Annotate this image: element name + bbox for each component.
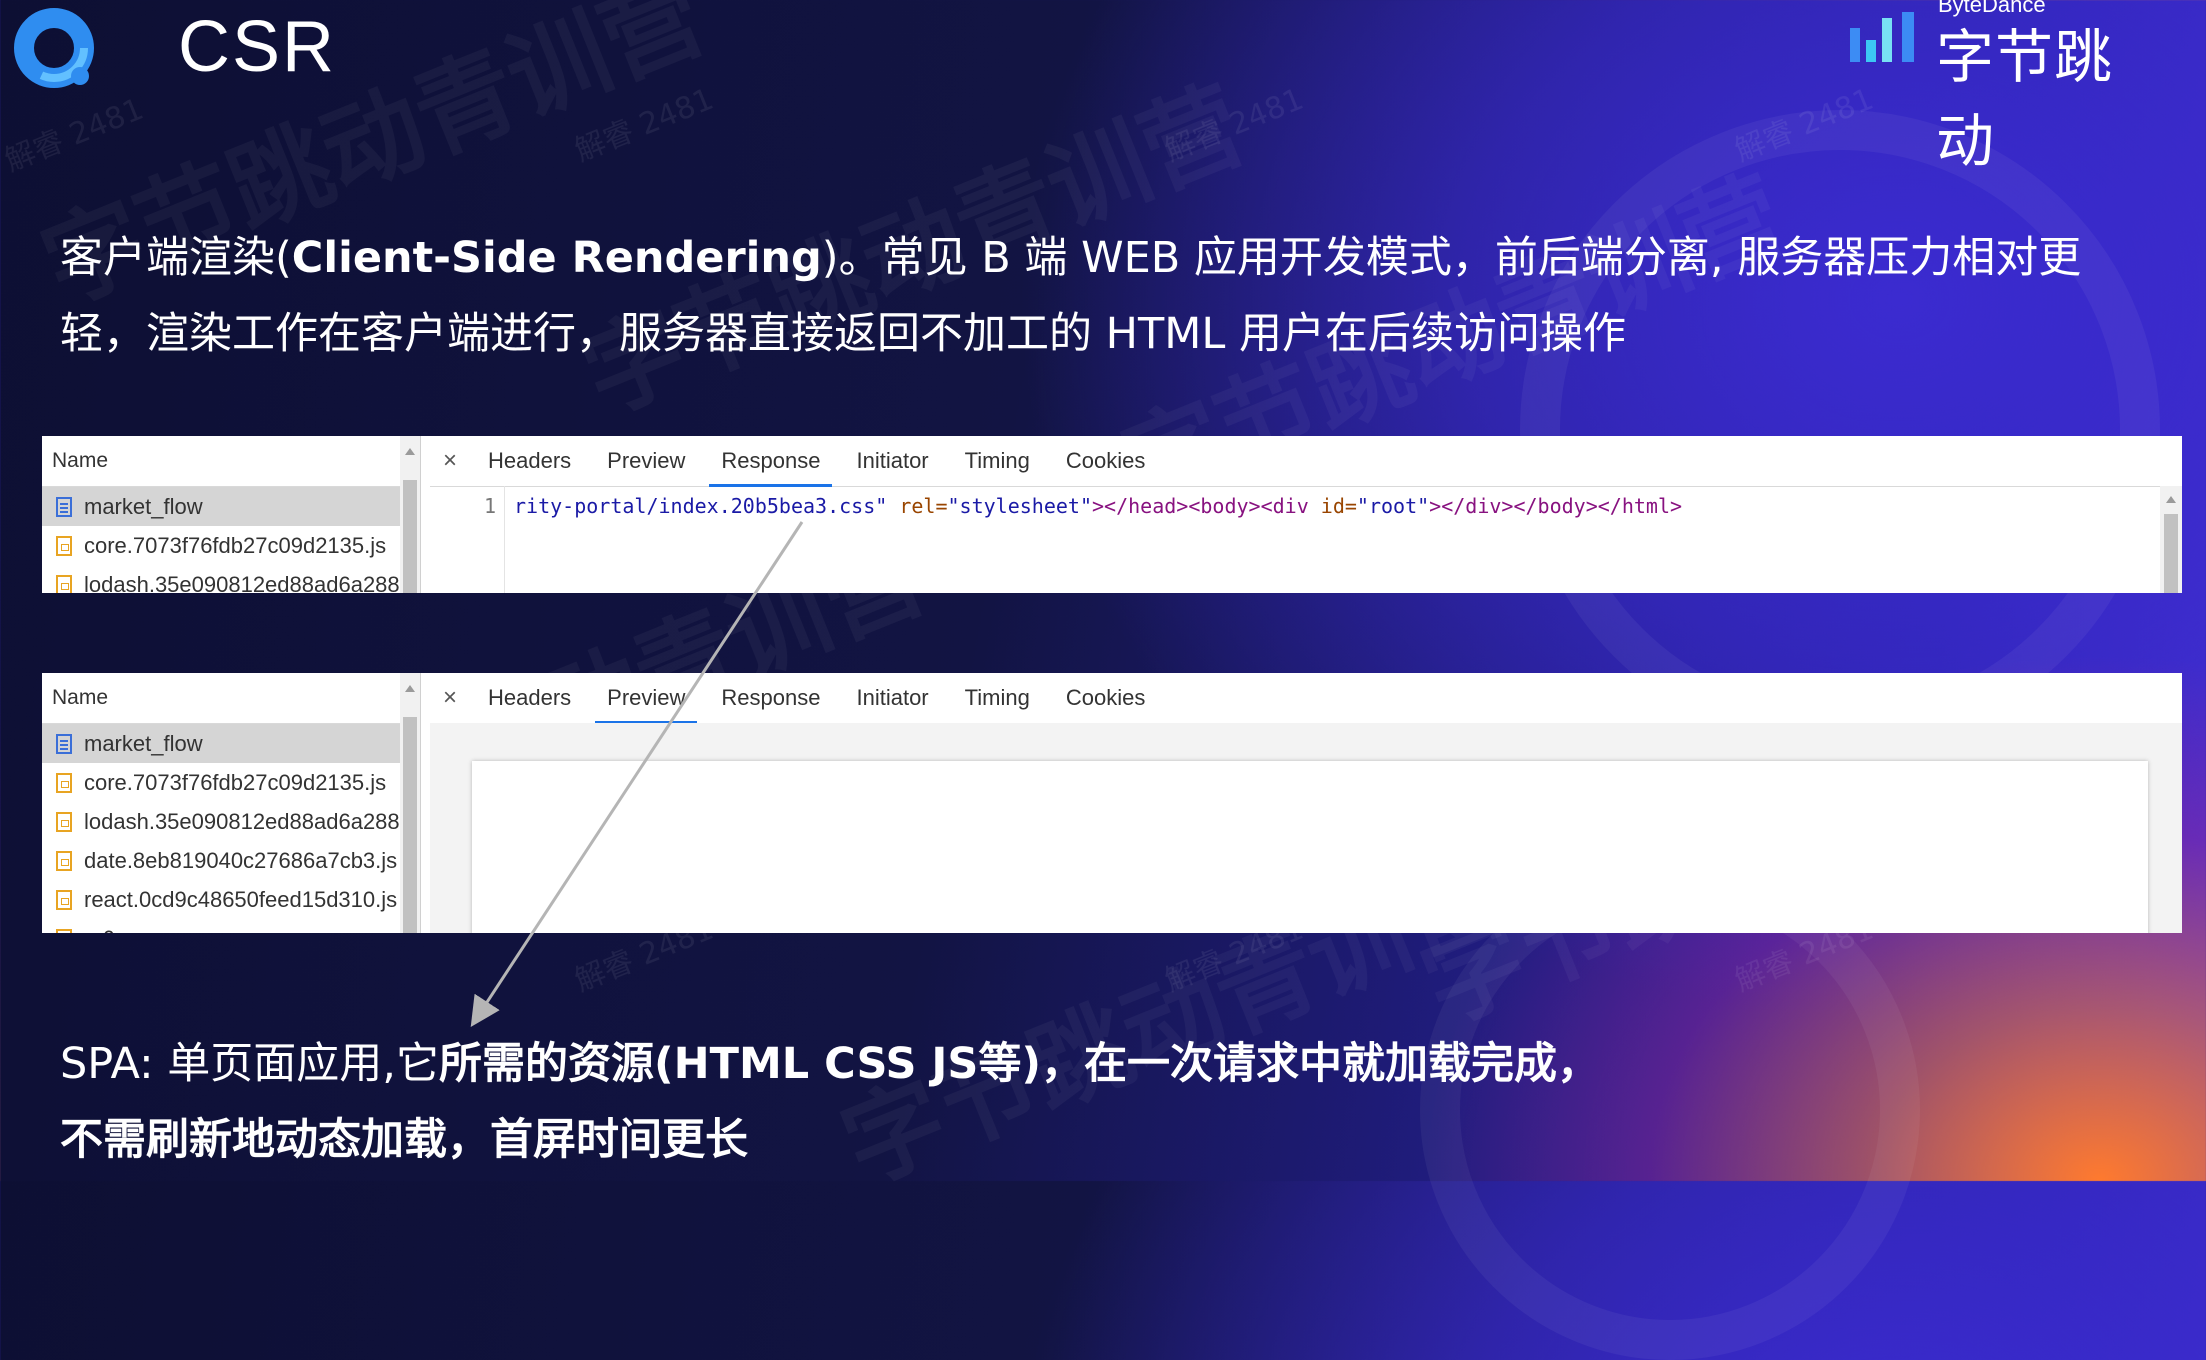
scroll-up-icon[interactable] (2166, 496, 2176, 503)
tab-preview[interactable]: Preview (589, 436, 703, 486)
request-item[interactable]: lodash.35e090812ed88ad6a288 (42, 565, 400, 593)
tab-response[interactable]: Response (703, 436, 838, 487)
code-token: rel= (887, 494, 948, 518)
close-icon[interactable]: × (430, 447, 470, 475)
request-list-scrollbar[interactable] (400, 436, 421, 593)
script-file-icon (56, 811, 72, 832)
intro-text: 客户端渲染( (60, 233, 292, 283)
request-list-scrollbar[interactable] (400, 673, 421, 933)
bytedance-mark-icon (1850, 12, 1914, 62)
code-token: ></div></body></html> (1429, 494, 1683, 518)
name-column-header[interactable]: Name (42, 436, 400, 487)
request-item[interactable]: core.7073f76fdb27c09d2135.js (42, 526, 400, 565)
request-item[interactable]: date.8eb819040c27686a7cb3.js (42, 841, 400, 880)
devtools-response-panel: Name market_flow core.7073f76fdb27c09d21… (42, 436, 2182, 593)
request-name: react.0cd9c48650feed15d310.js (84, 887, 398, 912)
request-item[interactable]: ...6 (42, 919, 400, 933)
spa-text: SPA: 单页面应用,它 (60, 1039, 439, 1089)
scroll-up-icon[interactable] (405, 685, 415, 692)
script-file-icon (56, 535, 72, 556)
request-name: lodash.35e090812ed88ad6a288 (84, 572, 400, 593)
page-title: CSR (178, 7, 337, 87)
code-scrollbar[interactable] (2160, 486, 2182, 593)
request-item[interactable]: market_flow (42, 724, 400, 763)
script-file-icon (56, 850, 72, 871)
request-list: Name market_flow core.7073f76fdb27c09d21… (42, 436, 401, 593)
spa-paragraph: SPA: 单页面应用,它所需的资源(HTML CSS JS等)，在一次请求中就加… (60, 1026, 1620, 1178)
name-column-header[interactable]: Name (42, 673, 400, 724)
scroll-thumb[interactable] (403, 717, 417, 933)
tab-timing[interactable]: Timing (947, 673, 1048, 723)
request-name: core.7073f76fdb27c09d2135.js (84, 770, 387, 795)
code-token: "stylesheet" (947, 494, 1093, 518)
script-file-icon (56, 574, 72, 593)
devtools-preview-panel: Name market_flow core.7073f76fdb27c09d21… (42, 673, 2182, 933)
course-logo-icon (14, 8, 94, 88)
request-name: ...6 (84, 919, 115, 933)
request-list: Name market_flow core.7073f76fdb27c09d21… (42, 673, 401, 933)
tab-timing[interactable]: Timing (947, 436, 1048, 486)
preview-blank-page (472, 761, 2148, 933)
script-file-icon (56, 928, 72, 933)
watermark-small: 解睿 2481 (570, 81, 719, 169)
request-item[interactable]: market_flow (42, 487, 400, 526)
bytedance-logo: ByteDance 字节跳动 (1848, 0, 2148, 175)
preview-area (430, 723, 2182, 933)
response-code-view[interactable]: 1 rity-portal/index.20b5bea3.css" rel="s… (430, 486, 2160, 593)
scroll-up-icon[interactable] (405, 448, 415, 455)
code-token: ></head><body><div (1092, 494, 1309, 518)
tab-response[interactable]: Response (703, 673, 838, 723)
request-name: market_flow (84, 494, 203, 519)
tab-headers[interactable]: Headers (470, 436, 589, 486)
watermark-small: 解睿 2481 (0, 91, 149, 179)
close-icon[interactable]: × (430, 684, 470, 712)
script-file-icon (56, 889, 72, 910)
tab-cookies[interactable]: Cookies (1048, 436, 1163, 486)
intro-bold-text: Client-Side Rendering (291, 233, 822, 283)
tab-preview[interactable]: Preview (589, 673, 703, 724)
brand-name-cn: 字节跳动 (1936, 23, 2114, 175)
scroll-thumb[interactable] (403, 480, 417, 593)
request-item[interactable]: lodash.35e090812ed88ad6a288 (42, 802, 400, 841)
code-token: id= (1308, 494, 1357, 518)
detail-tabs: × Headers Preview Response Initiator Tim… (430, 673, 2182, 724)
document-icon (56, 496, 72, 517)
request-name: core.7073f76fdb27c09d2135.js (84, 533, 387, 558)
line-number: 1 (483, 494, 496, 518)
watermark-small: 解睿 2481 (1160, 81, 1309, 169)
document-icon (56, 733, 72, 754)
tab-headers[interactable]: Headers (470, 673, 589, 723)
tab-initiator[interactable]: Initiator (838, 673, 946, 723)
decorative-circle (1520, 110, 2160, 750)
script-file-icon (56, 772, 72, 793)
code-token: rity-portal/index.20b5bea3.css" (514, 494, 888, 518)
tab-cookies[interactable]: Cookies (1048, 673, 1163, 723)
code-line: rity-portal/index.20b5bea3.css" rel="sty… (514, 494, 1682, 518)
request-name: market_flow (84, 731, 203, 756)
detail-tabs: × Headers Preview Response Initiator Tim… (430, 436, 2182, 487)
request-name: lodash.35e090812ed88ad6a288 (84, 809, 400, 834)
code-token: "root" (1356, 494, 1430, 518)
request-item[interactable]: react.0cd9c48650feed15d310.js (42, 880, 400, 919)
request-name: date.8eb819040c27686a7cb3.js (84, 848, 398, 873)
request-item[interactable]: core.7073f76fdb27c09d2135.js (42, 763, 400, 802)
intro-paragraph: 客户端渲染(Client-Side Rendering)。常见 B 端 WEB … (60, 220, 2160, 372)
tab-initiator[interactable]: Initiator (838, 436, 946, 486)
scroll-thumb[interactable] (2164, 514, 2178, 593)
line-gutter: 1 (430, 486, 505, 593)
